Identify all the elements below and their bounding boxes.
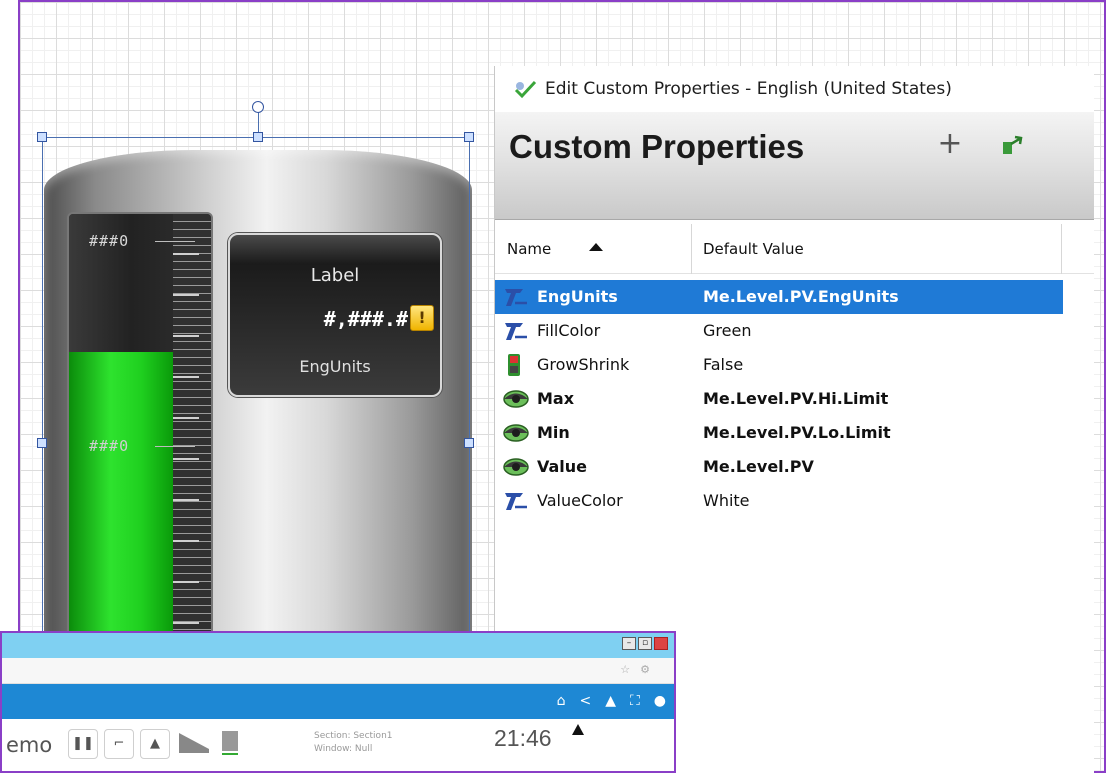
account-icon[interactable]: ● — [654, 693, 666, 709]
property-name: GrowShrink — [537, 355, 630, 374]
property-row-value[interactable]: Value Me.Level.PV — [495, 450, 1094, 484]
nav-icons: ⌂ < ▲ ⛶ ● — [557, 693, 666, 709]
close-button[interactable] — [654, 637, 668, 650]
warning-icon: ! — [410, 305, 434, 331]
text-icon — [503, 286, 529, 308]
add-property-button[interactable]: + — [935, 126, 965, 161]
chart-icon[interactable] — [176, 729, 212, 759]
properties-grid-header: Name Default Value — [495, 224, 1094, 274]
browser-titlebar: – ▫ — [2, 633, 674, 658]
column-default-value[interactable]: Default Value — [703, 240, 804, 258]
property-name: EngUnits — [537, 287, 618, 306]
property-row-fillcolor[interactable]: FillColor Green — [495, 314, 1094, 348]
column-divider-2[interactable] — [1061, 224, 1062, 274]
props-titlebar: Edit Custom Properties - English (United… — [495, 66, 1094, 112]
property-row-min[interactable]: Min Me.Level.PV.Lo.Limit — [495, 416, 1094, 450]
address-bar-icons: ☆⚙ — [620, 663, 660, 676]
resize-handle-top[interactable] — [253, 132, 263, 142]
minimize-button[interactable]: – — [622, 637, 636, 650]
text-icon — [503, 490, 529, 512]
section-info: Section: Section1 Window: Null — [314, 730, 393, 756]
resize-handle-top-left[interactable] — [37, 132, 47, 142]
import-icon — [1003, 135, 1023, 154]
props-header: Custom Properties + — [495, 112, 1094, 220]
app-title: emo — [6, 733, 53, 757]
property-name: Max — [537, 389, 575, 408]
column-divider[interactable] — [691, 224, 692, 274]
eye-icon — [503, 456, 529, 478]
eye-icon — [503, 422, 529, 444]
property-row-growshrink[interactable]: GrowShrink False — [495, 348, 1094, 382]
properties-list: EngUnits Me.Level.PV.EngUnits FillColor Gre… — [495, 280, 1094, 518]
property-default-value: False — [703, 355, 744, 374]
home-icon[interactable]: ⌂ — [557, 693, 566, 709]
selection-right-edge — [469, 137, 470, 637]
props-window-title: Edit Custom Properties - English (United… — [545, 79, 952, 99]
property-row-max[interactable]: Max Me.Level.PV.Hi.Limit — [495, 382, 1094, 416]
property-name: Value — [537, 457, 588, 476]
property-default-value: Green — [703, 321, 752, 340]
property-default-value: Me.Level.PV.Lo.Limit — [703, 423, 891, 442]
pause-button[interactable]: ❚❚ — [68, 729, 98, 759]
bell-icon[interactable]: ▲ — [605, 693, 616, 709]
browser-window: – ▫ ☆⚙ ⌂ < ▲ ⛶ ● emo ❚❚ ⌐ ▲ Section: Sec… — [0, 631, 676, 773]
alarm-button[interactable]: ▲ — [140, 729, 170, 759]
scale-top-label: ###0 — [89, 232, 130, 250]
boolean-icon — [503, 354, 529, 376]
value-display[interactable]: Label #,###.# ! EngUnits — [228, 233, 442, 397]
props-heading: Custom Properties — [509, 128, 805, 165]
app-toolbar: emo ❚❚ ⌐ ▲ Section: Section1 Window: Nul… — [2, 719, 674, 771]
property-name: FillColor — [537, 321, 601, 340]
share-icon[interactable]: < — [579, 693, 591, 709]
fullscreen-icon[interactable]: ⛶ — [630, 693, 640, 709]
scale-top-line — [155, 241, 195, 242]
app-nav-bar: ⌂ < ▲ ⛶ ● — [2, 684, 674, 719]
property-row-engunits[interactable]: EngUnits Me.Level.PV.EngUnits — [495, 280, 1063, 314]
step-button[interactable]: ⌐ — [104, 729, 134, 759]
section-line: Section: Section1 — [314, 731, 393, 741]
collapse-arrow-icon[interactable] — [572, 724, 584, 735]
property-default-value: White — [703, 491, 750, 510]
edit-properties-icon — [513, 79, 537, 99]
value-units: EngUnits — [299, 357, 371, 376]
window-line: Window: Null — [314, 744, 373, 754]
value-readout: #,###.# — [323, 307, 408, 331]
property-default-value: Me.Level.PV.EngUnits — [703, 287, 899, 306]
scale-mid-line — [155, 446, 195, 447]
property-row-valuecolor[interactable]: ValueColor White — [495, 484, 1094, 518]
sort-ascending-icon — [589, 243, 603, 251]
browser-address-bar[interactable]: ☆⚙ — [2, 658, 674, 684]
resize-handle-right[interactable] — [464, 438, 474, 448]
eye-icon — [503, 388, 529, 410]
text-icon — [503, 320, 529, 342]
window-controls: – ▫ — [622, 637, 668, 650]
clock: 21:46 — [494, 725, 552, 751]
resize-handle-left[interactable] — [37, 438, 47, 448]
scale-mid-label: ###0 — [89, 437, 130, 455]
property-default-value: Me.Level.PV.Hi.Limit — [703, 389, 889, 408]
rotate-handle[interactable] — [252, 101, 264, 113]
property-default-value: Me.Level.PV — [703, 457, 814, 476]
import-property-button[interactable] — [1001, 134, 1025, 156]
column-name[interactable]: Name — [507, 240, 551, 258]
value-label: Label — [310, 265, 360, 286]
selection-left-edge — [42, 137, 43, 637]
property-name: Min — [537, 423, 570, 442]
favorite-star-icon[interactable]: ☆ — [620, 663, 640, 676]
resize-handle-top-right[interactable] — [464, 132, 474, 142]
maximize-button[interactable]: ▫ — [638, 637, 652, 650]
list-icon[interactable] — [218, 729, 242, 759]
property-name: ValueColor — [537, 491, 623, 510]
settings-icon[interactable]: ⚙ — [640, 663, 660, 676]
